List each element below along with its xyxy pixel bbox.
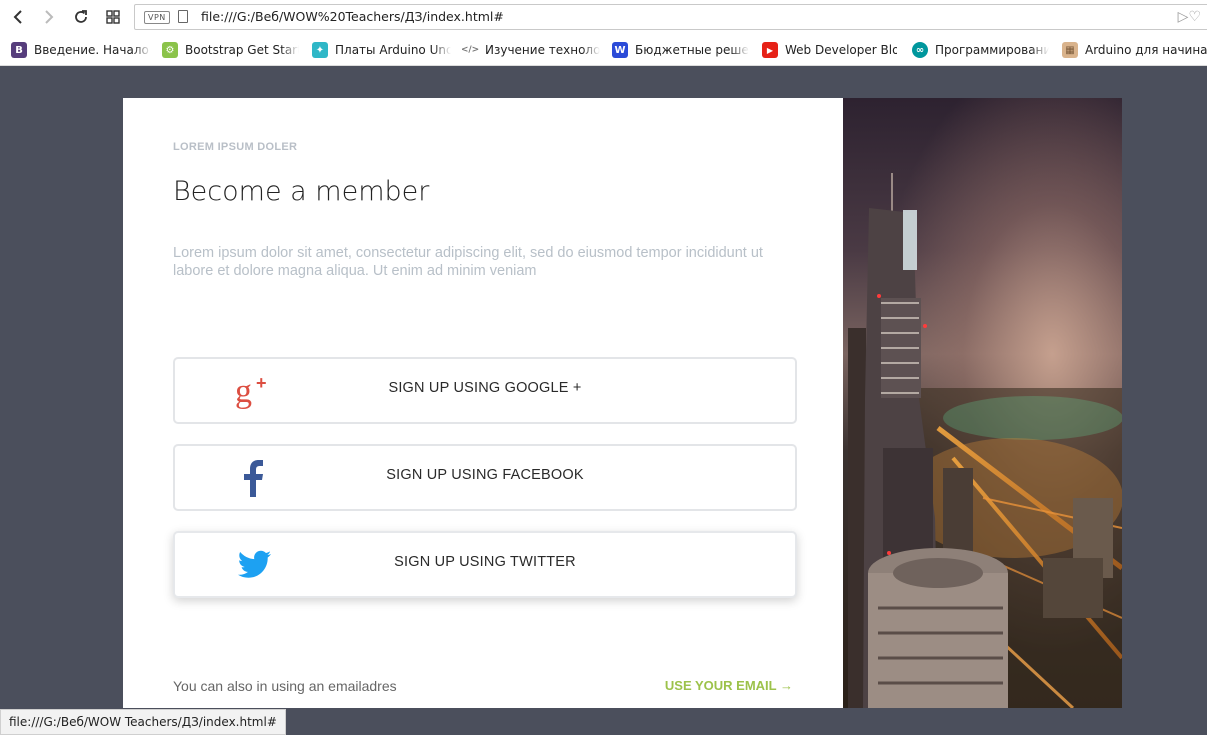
- google-signup-label: SIGN UP USING GOOGLE +: [388, 380, 582, 396]
- reload-button[interactable]: [70, 6, 92, 28]
- w-logo-icon: W: [612, 42, 628, 58]
- twitter-signup-label: SIGN UP USING TWITTER: [394, 554, 576, 570]
- facebook-signup-label: SIGN UP USING FACEBOOK: [386, 467, 584, 483]
- facebook-signup-button[interactable]: SIGN UP USING FACEBOOK: [173, 444, 797, 511]
- browser-toolbar: VPN file:///G:/Веб/WOW%20Teachers/ДЗ/ind…: [0, 0, 1207, 34]
- bookmark-item[interactable]: </> Изучение технологи: [462, 41, 600, 59]
- arduino-icon: ∞: [912, 42, 928, 58]
- city-skyline-illustration: [848, 173, 1122, 708]
- vpn-badge[interactable]: VPN: [144, 11, 170, 24]
- bookmark-item[interactable]: ⚙ Bootstrap Get Startec: [162, 41, 299, 59]
- bookmark-item[interactable]: W Бюджетные решени: [612, 41, 749, 59]
- bookmark-label: Web Developer Blog: [785, 43, 897, 57]
- page-title: Become a member: [173, 176, 430, 207]
- bootstrap-icon: B: [11, 42, 27, 58]
- back-button[interactable]: [7, 6, 29, 28]
- intro-text: Lorem ipsum dolor sit amet, consectetur …: [173, 245, 763, 279]
- bookmarks-bar: B Введение. Начало ра ⚙ Bootstrap Get St…: [0, 34, 1207, 66]
- arduino-book-icon: ▦: [1062, 42, 1078, 58]
- forward-button[interactable]: [38, 6, 60, 28]
- bookmark-item[interactable]: B Введение. Начало ра: [11, 41, 151, 59]
- google-signup-button[interactable]: g + SIGN UP USING GOOGLE +: [173, 357, 797, 424]
- arduino-board-icon: ✦: [312, 42, 328, 58]
- code-icon: </>: [462, 42, 479, 58]
- city-night-photo: [843, 98, 1122, 708]
- grid-icon: [106, 10, 120, 24]
- bookmark-label: Arduino для начинаю: [1085, 43, 1207, 57]
- speed-dial-button[interactable]: [102, 6, 124, 28]
- chevron-left-icon: [13, 10, 22, 24]
- youtube-icon: ▶: [762, 42, 778, 58]
- chevron-right-icon: [45, 10, 54, 24]
- address-bar[interactable]: VPN file:///G:/Веб/WOW%20Teachers/ДЗ/ind…: [134, 4, 1207, 30]
- page-icon: [178, 10, 188, 23]
- url-text[interactable]: file:///G:/Веб/WOW%20Teachers/ДЗ/index.h…: [201, 9, 504, 24]
- eyebrow-text: LOREM IPSUM DOLER: [173, 141, 298, 153]
- twitter-signup-button[interactable]: SIGN UP USING TWITTER: [173, 531, 797, 598]
- bookmark-item[interactable]: ▦ Arduino для начинаю: [1062, 41, 1207, 59]
- reload-icon: [75, 10, 87, 23]
- email-hint-text: You can also in using an emailadres: [173, 678, 397, 694]
- bookmark-item[interactable]: ▶ Web Developer Blog: [762, 41, 897, 59]
- bootstrap-site-icon: ⚙: [162, 42, 178, 58]
- bookmark-item[interactable]: ✦ Платы Arduino Uno:: [312, 41, 451, 59]
- status-bar: file:///G:/Веб/WOW Teachers/ДЗ/index.htm…: [0, 709, 286, 735]
- send-heart-icons[interactable]: ▷♡: [1178, 9, 1201, 25]
- use-email-link[interactable]: USE YOUR EMAIL →: [665, 678, 793, 693]
- bookmark-item[interactable]: ∞ Программирование: [912, 41, 1049, 59]
- signup-card: LOREM IPSUM DOLER Become a member Lorem …: [123, 98, 843, 708]
